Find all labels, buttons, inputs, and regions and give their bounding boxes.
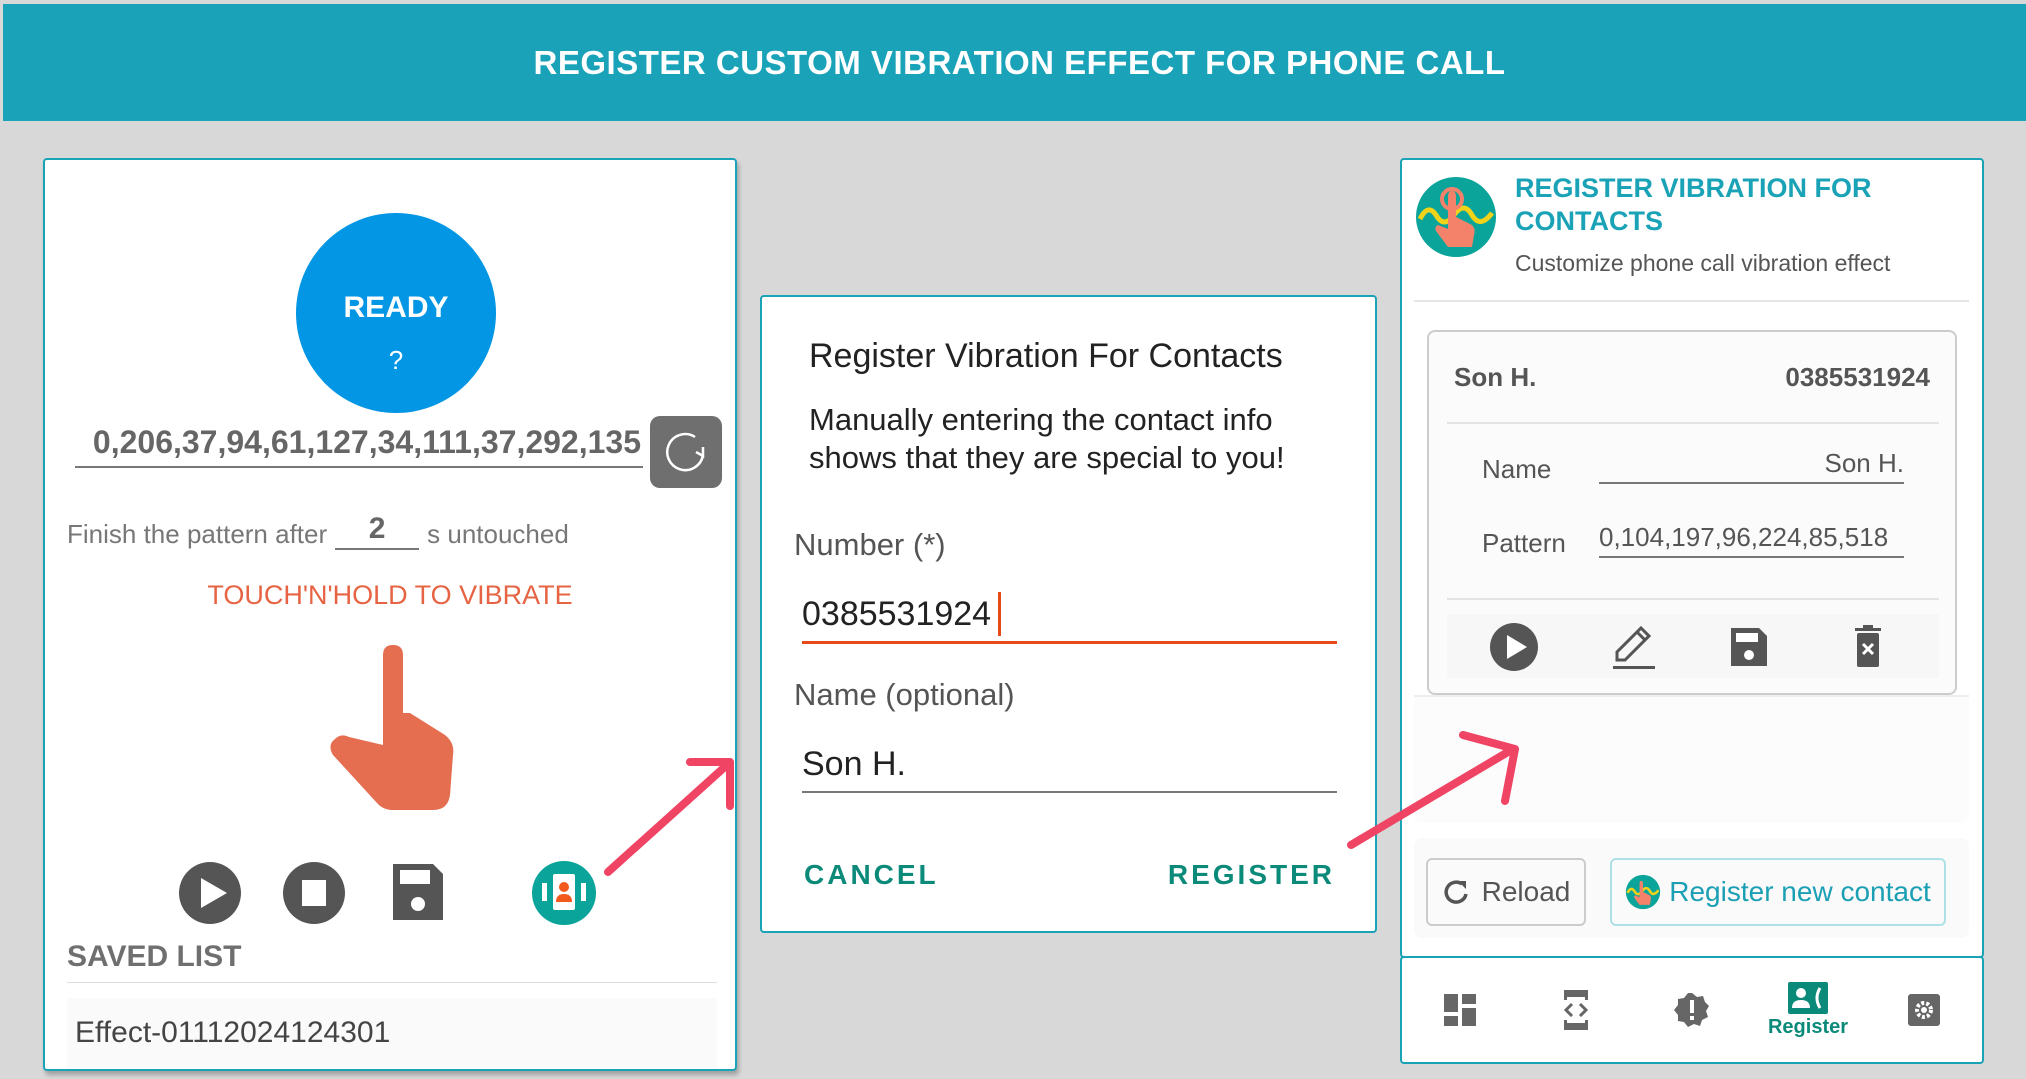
number-field-underline bbox=[802, 641, 1337, 644]
contact-card: Son H. 0385531924 Name Pattern bbox=[1427, 330, 1957, 695]
nav-settings[interactable] bbox=[1866, 958, 1982, 1062]
panel-actions: Reload Register new contact bbox=[1414, 838, 1969, 938]
reload-label: Reload bbox=[1481, 876, 1571, 907]
saved-list-title: SAVED LIST bbox=[67, 940, 242, 973]
registered-contacts-panel: REGISTER VIBRATION FOR CONTACTS Customiz… bbox=[1400, 158, 1984, 958]
save-button[interactable] bbox=[385, 860, 451, 926]
dialog-message: Manually entering the contact info shows… bbox=[809, 401, 1285, 477]
touch-hint: TOUCH'N'HOLD TO VIBRATE bbox=[207, 580, 573, 610]
finish-prefix: Finish the pattern after bbox=[67, 519, 328, 549]
reset-pattern-button[interactable] bbox=[650, 416, 722, 488]
touch-hand-icon[interactable] bbox=[325, 645, 470, 815]
edit-icon[interactable] bbox=[1607, 622, 1657, 672]
contact-name: Son H. bbox=[1454, 362, 1537, 392]
reload-icon bbox=[1444, 880, 1468, 904]
nav-dashboard[interactable] bbox=[1402, 958, 1518, 1062]
page-title: REGISTER CUSTOM VIBRATION EFFECT FOR PHO… bbox=[533, 43, 1506, 81]
name-label: Name (optional) bbox=[794, 677, 1015, 712]
finish-suffix: s untouched bbox=[427, 519, 569, 549]
dialog-message-line1: Manually entering the contact info bbox=[809, 402, 1273, 437]
bottom-navigation: Register bbox=[1400, 956, 1984, 1064]
status-indicator: READY ? bbox=[296, 213, 496, 413]
status-label: READY bbox=[343, 291, 449, 324]
app-logo-icon bbox=[1416, 177, 1496, 257]
play-icon[interactable] bbox=[1489, 622, 1539, 672]
dialog-title: Register Vibration For Contacts bbox=[809, 337, 1283, 375]
nav-register-label: Register bbox=[1767, 1015, 1849, 1038]
finish-setting: Finish the pattern after 2 s untouched bbox=[67, 512, 569, 550]
save-icon[interactable] bbox=[1723, 622, 1773, 672]
divider bbox=[1414, 300, 1969, 302]
contact-number: 0385531924 bbox=[1785, 362, 1930, 392]
divider bbox=[67, 982, 717, 983]
new-releases-icon bbox=[1674, 993, 1709, 1027]
contacts-list-area bbox=[1414, 695, 1969, 823]
contact-name-input[interactable] bbox=[1599, 444, 1904, 484]
name-field-label: Name bbox=[1482, 454, 1552, 484]
register-contact-button[interactable] bbox=[531, 860, 597, 926]
nav-developer[interactable] bbox=[1518, 958, 1634, 1062]
pattern-field-label: Pattern bbox=[1482, 528, 1566, 558]
pattern-recorder-panel: READY ? Finish the pattern after 2 s unt… bbox=[43, 158, 737, 1071]
stop-button[interactable] bbox=[281, 860, 347, 926]
settings-icon bbox=[1908, 994, 1940, 1026]
panel-title: REGISTER VIBRATION FOR CONTACTS bbox=[1515, 172, 1872, 238]
pattern-input[interactable] bbox=[75, 418, 643, 468]
status-sub: ? bbox=[388, 345, 404, 375]
cancel-button[interactable]: CANCEL bbox=[804, 859, 939, 891]
number-field[interactable] bbox=[802, 587, 1337, 641]
divider bbox=[1447, 598, 1939, 600]
play-button[interactable] bbox=[177, 860, 243, 926]
contact-phone-icon bbox=[1788, 981, 1828, 1014]
contact-actions bbox=[1447, 614, 1939, 678]
dialog-message-line2: shows that they are special to you! bbox=[809, 440, 1285, 475]
number-label: Number (*) bbox=[794, 527, 946, 562]
refresh-icon bbox=[666, 432, 705, 472]
finish-seconds-input[interactable]: 2 bbox=[335, 512, 420, 550]
name-field[interactable] bbox=[802, 737, 1337, 791]
name-field-underline bbox=[802, 791, 1337, 793]
register-new-contact-button[interactable]: Register new contact bbox=[1610, 858, 1946, 926]
app-logo-small-icon bbox=[1626, 874, 1661, 910]
header-banner: REGISTER CUSTOM VIBRATION EFFECT FOR PHO… bbox=[3, 4, 2026, 121]
register-dialog: Register Vibration For Contacts Manually… bbox=[760, 295, 1377, 933]
nav-new-releases[interactable] bbox=[1634, 958, 1750, 1062]
register-button[interactable]: REGISTER bbox=[1168, 859, 1335, 891]
contact-pattern-input[interactable] bbox=[1599, 518, 1904, 558]
dashboard-icon bbox=[1444, 994, 1476, 1026]
delete-icon[interactable] bbox=[1843, 622, 1893, 672]
nav-register[interactable]: Register bbox=[1750, 958, 1866, 1062]
panel-subtitle: Customize phone call vibration effect bbox=[1515, 250, 1891, 276]
panel-title-line1: REGISTER VIBRATION FOR bbox=[1515, 173, 1872, 203]
divider bbox=[1447, 422, 1939, 424]
register-new-label: Register new contact bbox=[1669, 876, 1931, 907]
saved-list-item[interactable]: Effect-01112024124301 bbox=[67, 998, 717, 1068]
reload-button[interactable]: Reload bbox=[1426, 858, 1586, 926]
text-caret bbox=[998, 592, 1001, 636]
developer-mode-icon bbox=[1563, 990, 1589, 1030]
panel-title-line2: CONTACTS bbox=[1515, 206, 1663, 236]
